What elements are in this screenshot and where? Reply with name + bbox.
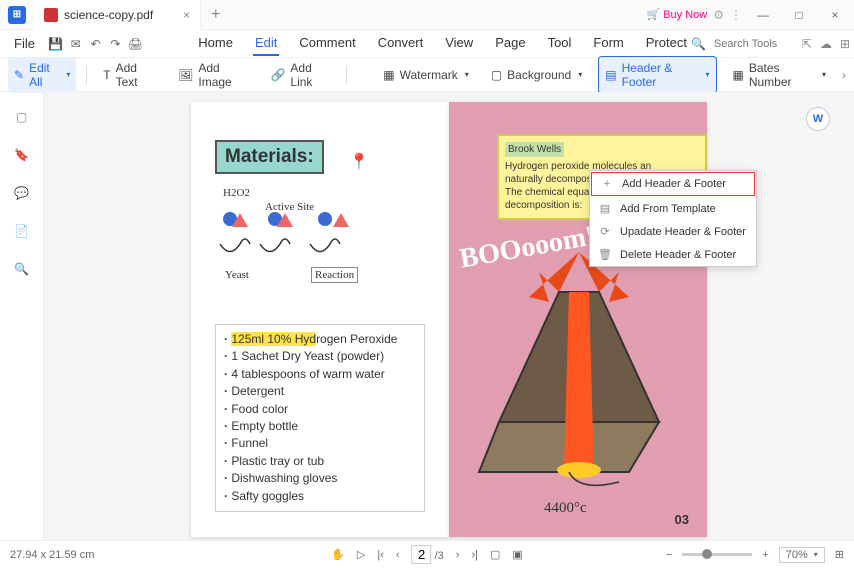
refresh-icon: ⟳	[598, 225, 612, 238]
add-text-button[interactable]: T Add Text	[97, 57, 162, 93]
materials-item: 125ml 10% Hydrogen Peroxide	[224, 331, 416, 348]
add-link-button[interactable]: 🔗 Add Link	[264, 57, 336, 93]
materials-item: Detergent	[224, 383, 416, 400]
dropdown-add-header-footer[interactable]: +Add Header & Footer	[591, 172, 755, 196]
tab-title: science-copy.pdf	[64, 8, 153, 22]
save-icon[interactable]: 💾	[47, 32, 65, 56]
tab-comment[interactable]: Comment	[297, 31, 357, 56]
tab-home[interactable]: Home	[196, 31, 235, 56]
template-icon: ▤	[598, 202, 612, 215]
note-author: Brook Wells	[505, 142, 564, 157]
zoom-slider[interactable]	[682, 553, 752, 556]
cloud-icon[interactable]: ☁	[820, 37, 832, 51]
pdf-icon	[44, 8, 58, 22]
search-input[interactable]	[714, 38, 794, 50]
redo-icon[interactable]: ↷	[107, 32, 125, 56]
materials-item: Empty bottle	[224, 418, 416, 435]
add-tab-button[interactable]: +	[211, 6, 220, 24]
print-icon[interactable]: 🖨	[126, 32, 144, 56]
main-area: ▢ 🔖 💬 📄 🔍 ▸ W Materials: 📍 H2O2 Active S…	[0, 92, 854, 540]
page-dimensions: 27.94 x 21.59 cm	[10, 549, 94, 561]
single-page-icon[interactable]: ▢	[490, 548, 500, 561]
mail-icon[interactable]: ✉	[67, 32, 85, 56]
materials-item: Safty goggles	[224, 488, 416, 505]
statusbar: 27.94 x 21.59 cm ✋ ▷ |‹ ‹ /3 › ›| ▢ ▣ − …	[0, 540, 854, 568]
search-icon[interactable]: 🔍	[691, 37, 706, 51]
more-icon[interactable]: ⋮	[730, 8, 742, 22]
bates-number-button[interactable]: ▦ Bates Number▾	[727, 57, 832, 93]
tab-tool[interactable]: Tool	[546, 31, 574, 56]
header-footer-button[interactable]: ▤ Header & Footer▾	[598, 56, 716, 94]
settings-icon[interactable]: ⚙	[713, 8, 724, 22]
thumbnails-icon[interactable]: ▢	[16, 110, 27, 124]
dropdown-add-from-template[interactable]: ▤Add From Template	[590, 197, 756, 220]
temperature-label: 4400°c	[544, 500, 587, 517]
page-input[interactable]	[412, 545, 432, 564]
materials-item: Funnel	[224, 435, 416, 452]
volcano-illustration	[469, 242, 689, 502]
document-canvas[interactable]: W Materials: 📍 H2O2 Active Site	[44, 92, 854, 540]
attachment-icon[interactable]: 📄	[14, 224, 29, 238]
add-image-button[interactable]: 🖼 Add Image	[172, 57, 254, 93]
bookmark-icon[interactable]: 🔖	[14, 148, 29, 162]
expand-icon[interactable]: ⊞	[840, 37, 850, 51]
app-icon: ⊞	[8, 6, 26, 24]
select-tool-icon[interactable]: ▷	[357, 548, 365, 561]
prev-page-icon[interactable]: ‹	[396, 549, 400, 561]
last-page-icon[interactable]: ›|	[471, 549, 478, 561]
close-icon[interactable]: ×	[183, 8, 190, 22]
fit-page-icon[interactable]: ⊞	[835, 548, 844, 561]
first-page-icon[interactable]: |‹	[377, 549, 384, 561]
watermark-button[interactable]: ▦ Watermark▾	[377, 64, 475, 86]
buy-now-link[interactable]: 🛒 Buy Now	[647, 8, 708, 21]
chemistry-sketch: H2O2 Active Site Yeast Reaction	[215, 187, 375, 297]
page-nav: ✋ ▷ |‹ ‹ /3 › ›| ▢ ▣	[331, 545, 523, 564]
left-sidebar: ▢ 🔖 💬 📄 🔍	[0, 92, 44, 540]
word-badge-icon[interactable]: W	[806, 107, 830, 131]
edit-toolbar: ✎ Edit All▾ T Add Text 🖼 Add Image 🔗 Add…	[0, 58, 854, 92]
next-page-icon[interactable]: ›	[456, 549, 460, 561]
close-window-button[interactable]: ×	[820, 0, 850, 30]
minimize-button[interactable]: —	[748, 0, 778, 30]
zoom-out-icon[interactable]: −	[666, 549, 672, 561]
tab-form[interactable]: Form	[591, 31, 625, 56]
search-panel-icon[interactable]: 🔍	[14, 262, 29, 276]
scroll-right-icon[interactable]: ›	[842, 68, 846, 82]
header-footer-dropdown: +Add Header & Footer ▤Add From Template …	[589, 170, 757, 267]
tab-view[interactable]: View	[443, 31, 475, 56]
hand-tool-icon[interactable]: ✋	[331, 548, 345, 561]
page-number: 03	[675, 512, 689, 527]
materials-item: Dishwashing gloves	[224, 470, 416, 487]
trash-icon: 🗑	[598, 248, 612, 261]
materials-item: Food color	[224, 401, 416, 418]
titlebar: ⊞ science-copy.pdf × + 🛒 Buy Now ⚙ ⋮ — □…	[0, 0, 854, 30]
file-menu[interactable]: File	[4, 33, 45, 54]
materials-item: Plastic tray or tub	[224, 453, 416, 470]
menubar: File 💾 ✉ ↶ ↷ 🖨 Home Edit Comment Convert…	[0, 30, 854, 58]
dropdown-delete-header-footer[interactable]: 🗑Delete Header & Footer	[590, 243, 756, 266]
page-2: Brook Wells Hydrogen peroxide molecules …	[449, 102, 707, 537]
document-tab[interactable]: science-copy.pdf ×	[34, 0, 201, 30]
tab-edit[interactable]: Edit	[253, 31, 279, 56]
zoom-select[interactable]: 70%▾	[779, 547, 825, 563]
materials-heading: Materials:	[215, 140, 324, 174]
tab-protect[interactable]: Protect	[644, 31, 689, 56]
page-1: Materials: 📍 H2O2 Active Site Yeast Reac…	[191, 102, 449, 537]
tab-convert[interactable]: Convert	[376, 31, 426, 56]
tab-page[interactable]: Page	[493, 31, 527, 56]
materials-list: 125ml 10% Hydrogen Peroxide1 Sachet Dry …	[215, 324, 425, 512]
zoom-in-icon[interactable]: +	[762, 549, 768, 561]
share-icon[interactable]: ⇱	[802, 37, 812, 51]
maximize-button[interactable]: □	[784, 0, 814, 30]
materials-item: 1 Sachet Dry Yeast (powder)	[224, 348, 416, 365]
plus-icon: +	[600, 178, 614, 190]
dropdown-update-header-footer[interactable]: ⟳Upadate Header & Footer	[590, 220, 756, 243]
materials-item: 4 tablespoons of warm water	[224, 366, 416, 383]
background-button[interactable]: ▢ Background▾	[485, 64, 588, 86]
two-page-icon[interactable]: ▣	[512, 548, 522, 561]
undo-icon[interactable]: ↶	[87, 32, 105, 56]
comment-panel-icon[interactable]: 💬	[14, 186, 29, 200]
pin-icon: 📍	[349, 152, 369, 172]
edit-all-button[interactable]: ✎ Edit All▾	[8, 57, 76, 93]
